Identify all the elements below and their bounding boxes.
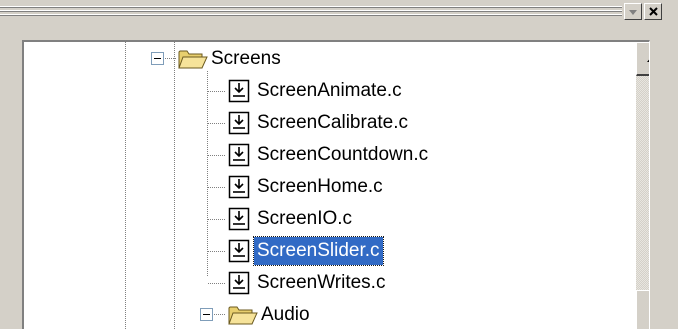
source-file-icon [228, 239, 250, 263]
panel-title-bar [0, 0, 678, 36]
tree-node-screenwrites[interactable]: ScreenWrites.c [254, 267, 388, 299]
vertical-scrollbar[interactable] [636, 42, 649, 329]
panel-grip[interactable] [0, 6, 622, 18]
panel-dropdown-button[interactable] [624, 3, 642, 20]
project-window: Screens ScreenAnimate.c ScreenCalibrate.… [0, 0, 678, 329]
tree-node-screens[interactable]: Screens [208, 43, 284, 75]
tree-node-label: ScreenCalibrate.c [257, 112, 409, 133]
chevron-down-icon [629, 9, 637, 15]
window-edge [650, 40, 678, 329]
open-folder-icon [178, 50, 208, 69]
tree-node-screenslider[interactable]: ScreenSlider.c [253, 235, 384, 267]
tree-node-audio[interactable]: Audio [258, 299, 313, 329]
tree-node-screencalibrate[interactable]: ScreenCalibrate.c [254, 107, 411, 139]
tree-node-label: ScreenIO.c [257, 208, 353, 229]
screens-collapse-toggle[interactable] [151, 52, 164, 65]
tree-content: Screens ScreenAnimate.c ScreenCalibrate.… [24, 42, 614, 329]
source-file-icon [228, 175, 250, 199]
tree-node-label: ScreenCountdown.c [257, 144, 429, 165]
scroll-thumb[interactable] [636, 290, 649, 329]
scroll-up-button[interactable] [636, 42, 649, 76]
tree-node-screencountdown[interactable]: ScreenCountdown.c [254, 139, 431, 171]
source-file-icon [228, 143, 250, 167]
source-file-icon [228, 271, 250, 295]
tree-node-label: ScreenWrites.c [257, 272, 386, 293]
tree-node-screenhome[interactable]: ScreenHome.c [254, 171, 386, 203]
tree-node-label: ScreenHome.c [257, 176, 383, 197]
tree-node-label-selected: ScreenSlider.c [253, 236, 384, 266]
open-folder-icon [228, 306, 258, 325]
tree-node-screenanimate[interactable]: ScreenAnimate.c [254, 75, 405, 107]
source-file-icon [228, 111, 250, 135]
tree-node-label: Screens [211, 48, 281, 69]
source-file-icon [228, 79, 250, 103]
source-file-icon [228, 207, 250, 231]
tree-node-screenio[interactable]: ScreenIO.c [254, 203, 355, 235]
tree-node-label: Audio [261, 304, 310, 325]
audio-collapse-toggle[interactable] [200, 308, 213, 321]
close-icon [648, 7, 658, 16]
tree-node-label: ScreenAnimate.c [257, 80, 402, 101]
panel-close-button[interactable] [644, 3, 662, 20]
project-tree-view[interactable]: Screens ScreenAnimate.c ScreenCalibrate.… [22, 40, 650, 329]
